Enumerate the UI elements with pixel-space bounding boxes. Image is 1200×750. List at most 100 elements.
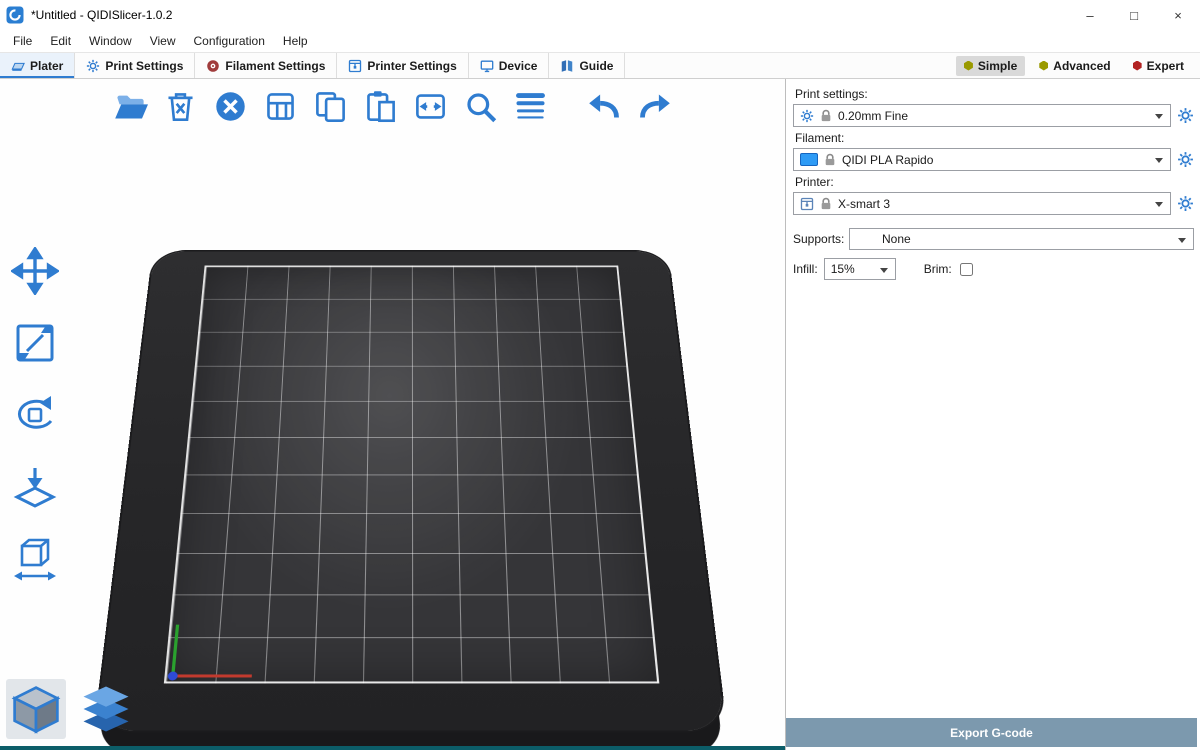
menu-file[interactable]: File (4, 30, 41, 52)
open-button[interactable] (108, 84, 152, 128)
place-on-face-button[interactable] (8, 461, 62, 513)
arrange-button[interactable] (258, 84, 302, 128)
mode-label: Expert (1147, 59, 1184, 73)
viewport-bottom-strip (0, 746, 785, 750)
redo-button[interactable] (632, 84, 676, 128)
brim-label: Brim: (924, 262, 952, 276)
preview-view-button[interactable] (76, 679, 136, 739)
print-bed[interactable] (128, 184, 693, 749)
close-button[interactable]: × (1156, 0, 1200, 30)
tab-filament-settings[interactable]: Filament Settings (195, 53, 337, 78)
printer-gear-button[interactable] (1176, 195, 1194, 213)
plater-icon (11, 59, 25, 73)
paste-button[interactable] (358, 84, 402, 128)
mode-switcher: Simple Advanced Expert (956, 53, 1200, 78)
brim-checkbox[interactable] (960, 263, 973, 276)
gear-icon (1177, 107, 1194, 124)
filament-combo[interactable]: QIDI PLA Rapido (793, 148, 1171, 171)
infill-combo[interactable]: 15% (824, 258, 896, 280)
variable-layer-height-button[interactable] (508, 84, 552, 128)
rotate-icon (11, 391, 59, 439)
gear-icon (1177, 195, 1194, 212)
export-gcode-button[interactable]: Export G-code (786, 718, 1197, 747)
print-settings-value: 0.20mm Fine (838, 109, 908, 123)
menu-configuration[interactable]: Configuration (185, 30, 274, 52)
filament-settings-icon (206, 59, 220, 73)
filament-label: Filament: (795, 131, 1194, 145)
measure-button[interactable] (8, 533, 62, 585)
mode-advanced[interactable]: Advanced (1031, 56, 1118, 76)
gizmo-toolbar (8, 245, 62, 585)
tab-print-settings[interactable]: Print Settings (75, 53, 195, 78)
tab-printer-settings[interactable]: Printer Settings (337, 53, 468, 78)
minimize-button[interactable]: – (1068, 0, 1112, 30)
delete-icon (163, 89, 198, 124)
chevron-down-icon (1178, 238, 1186, 243)
supports-label: Supports: (793, 232, 849, 246)
settings-sidebar: Print settings: 0.20mm Fine (785, 79, 1200, 750)
view-toolbar (6, 679, 136, 739)
chevron-down-icon (1155, 202, 1163, 207)
menu-edit[interactable]: Edit (41, 30, 80, 52)
expert-mode-dot-icon (1133, 61, 1142, 71)
bed-grid (164, 266, 660, 684)
supports-combo[interactable]: None (849, 228, 1194, 250)
split-button[interactable] (408, 84, 452, 128)
search-button[interactable] (458, 84, 502, 128)
maximize-button[interactable]: □ (1112, 0, 1156, 30)
printer-icon (800, 197, 814, 211)
redo-icon (637, 89, 672, 124)
menu-window[interactable]: Window (80, 30, 141, 52)
copy-icon (313, 89, 348, 124)
simple-mode-dot-icon (964, 61, 973, 71)
print-settings-gear-button[interactable] (1176, 107, 1194, 125)
menu-help[interactable]: Help (274, 30, 317, 52)
lock-icon (819, 109, 833, 123)
undo-button[interactable] (582, 84, 626, 128)
printer-combo[interactable]: X-smart 3 (793, 192, 1171, 215)
advanced-mode-dot-icon (1039, 61, 1048, 71)
menu-view[interactable]: View (141, 30, 185, 52)
variable-layer-height-icon (513, 89, 548, 124)
axis-x-red (171, 674, 252, 677)
preset-gear-icon (800, 109, 814, 123)
search-icon (463, 89, 498, 124)
measure-icon (11, 535, 59, 583)
3d-editor-view-button[interactable] (6, 679, 66, 739)
rotate-button[interactable] (8, 389, 62, 441)
scale-icon (11, 319, 59, 367)
mode-expert[interactable]: Expert (1125, 56, 1192, 76)
infill-label: Infill: (793, 262, 818, 276)
tab-plater[interactable]: Plater (0, 53, 75, 78)
axis-y-green (171, 625, 179, 678)
titlebar: *Untitled - QIDISlicer-1.0.2 – □ × (0, 0, 1200, 30)
lock-icon (823, 153, 837, 167)
infill-value: 15% (831, 262, 855, 276)
delete-button[interactable] (158, 84, 202, 128)
copy-button[interactable] (308, 84, 352, 128)
lock-icon (819, 197, 833, 211)
mode-label: Simple (978, 59, 1017, 73)
tab-label: Plater (30, 59, 63, 73)
3d-viewport[interactable] (0, 79, 785, 750)
move-button[interactable] (8, 245, 62, 297)
delete-all-icon (213, 89, 248, 124)
scale-button[interactable] (8, 317, 62, 369)
print-settings-combo[interactable]: 0.20mm Fine (793, 104, 1171, 127)
mode-simple[interactable]: Simple (956, 56, 1025, 76)
filament-gear-button[interactable] (1176, 151, 1194, 169)
tab-guide[interactable]: Guide (549, 53, 625, 78)
tab-label: Device (499, 59, 538, 73)
app-logo-icon (6, 6, 24, 24)
bed-plate (96, 252, 726, 731)
window-title: *Untitled - QIDISlicer-1.0.2 (31, 8, 172, 22)
move-icon (11, 247, 59, 295)
mode-label: Advanced (1053, 59, 1110, 73)
place-on-face-icon (11, 463, 59, 511)
paste-icon (363, 89, 398, 124)
delete-all-button[interactable] (208, 84, 252, 128)
tabbar: Plater Print Settings Filament Settings … (0, 52, 1200, 79)
tab-device[interactable]: Device (469, 53, 550, 78)
filament-value: QIDI PLA Rapido (842, 153, 933, 167)
chevron-down-icon (1155, 158, 1163, 163)
